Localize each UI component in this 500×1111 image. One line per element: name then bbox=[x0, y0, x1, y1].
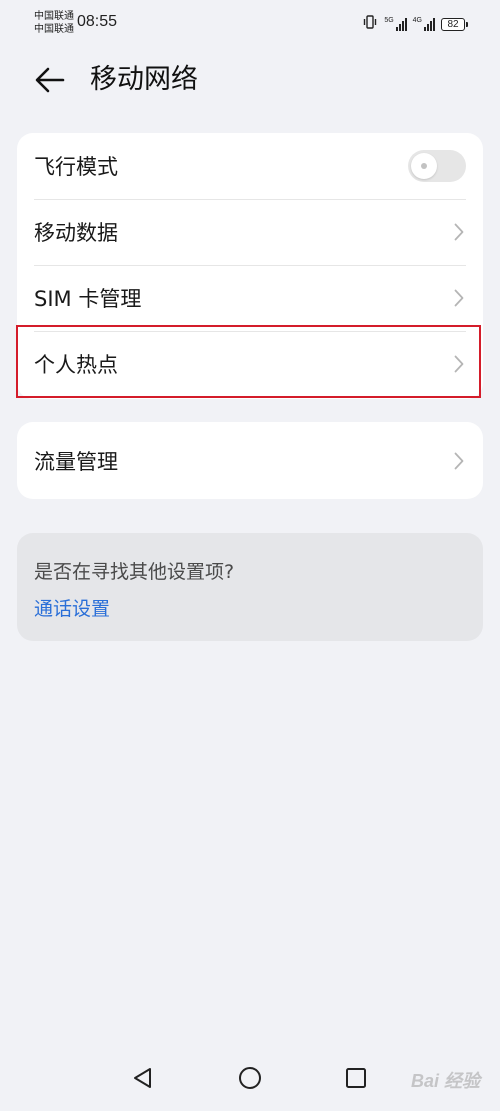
airplane-mode-toggle[interactable] bbox=[408, 150, 466, 182]
triangle-back-icon bbox=[134, 1068, 151, 1088]
sim2-network-type: 4G bbox=[412, 17, 422, 24]
chevron-right-icon bbox=[454, 355, 464, 373]
chevron-right-icon bbox=[454, 452, 464, 469]
circle-home-icon bbox=[239, 1067, 261, 1089]
square-recent-icon bbox=[346, 1068, 366, 1088]
hotspot-row[interactable]: 个人热点 bbox=[17, 331, 483, 397]
sim2-signal-icon: 4G bbox=[413, 17, 435, 31]
mobile-data-row[interactable]: 移动数据 bbox=[17, 199, 483, 265]
carrier-2: 中国联通 bbox=[34, 24, 74, 35]
data-usage-label: 流量管理 bbox=[34, 449, 118, 474]
carrier-1: 中国联通 bbox=[34, 11, 74, 22]
status-bar: 中国联通 中国联通 08:55 5G 4G 82 bbox=[0, 0, 500, 46]
battery-icon: 82 bbox=[441, 17, 468, 31]
data-usage-row[interactable]: 流量管理 bbox=[17, 422, 483, 499]
nav-recent-button[interactable] bbox=[341, 1063, 371, 1093]
vibrate-icon bbox=[362, 14, 378, 34]
sim-management-row[interactable]: SIM 卡管理 bbox=[17, 265, 483, 331]
status-time: 08:55 bbox=[77, 13, 118, 30]
nav-home-button[interactable] bbox=[235, 1063, 265, 1093]
call-settings-link[interactable]: 通话设置 bbox=[34, 594, 110, 621]
network-settings-card: 飞行模式 移动数据 SIM 卡管理 个人热点 bbox=[17, 133, 483, 399]
battery-level: 82 bbox=[441, 17, 465, 31]
carrier-info: 中国联通 中国联通 bbox=[34, 10, 74, 36]
suggestion-question: 是否在寻找其他设置项? bbox=[34, 561, 235, 583]
back-button[interactable] bbox=[30, 62, 70, 98]
status-icons: 5G 4G 82 bbox=[362, 13, 468, 35]
page-header: 移动网络 bbox=[0, 52, 500, 108]
chevron-right-icon bbox=[454, 223, 464, 241]
chevron-right-icon bbox=[454, 289, 464, 307]
mobile-data-label: 移动数据 bbox=[34, 221, 118, 245]
hotspot-label: 个人热点 bbox=[34, 353, 118, 377]
nav-back-button[interactable] bbox=[128, 1063, 158, 1093]
sim1-signal-icon: 5G bbox=[384, 17, 407, 31]
watermark: Bai 经验 bbox=[410, 1071, 480, 1091]
sim-management-label: SIM 卡管理 bbox=[34, 287, 142, 311]
toggle-knob bbox=[411, 153, 437, 179]
data-usage-card: 流量管理 bbox=[17, 422, 483, 499]
page-title: 移动网络 bbox=[90, 64, 198, 95]
airplane-mode-row[interactable]: 飞行模式 bbox=[17, 133, 483, 199]
suggestion-card: 是否在寻找其他设置项? 通话设置 bbox=[17, 533, 483, 641]
sim1-network-type: 5G bbox=[384, 17, 394, 24]
back-arrow-icon bbox=[35, 67, 65, 93]
airplane-mode-label: 飞行模式 bbox=[34, 155, 118, 179]
